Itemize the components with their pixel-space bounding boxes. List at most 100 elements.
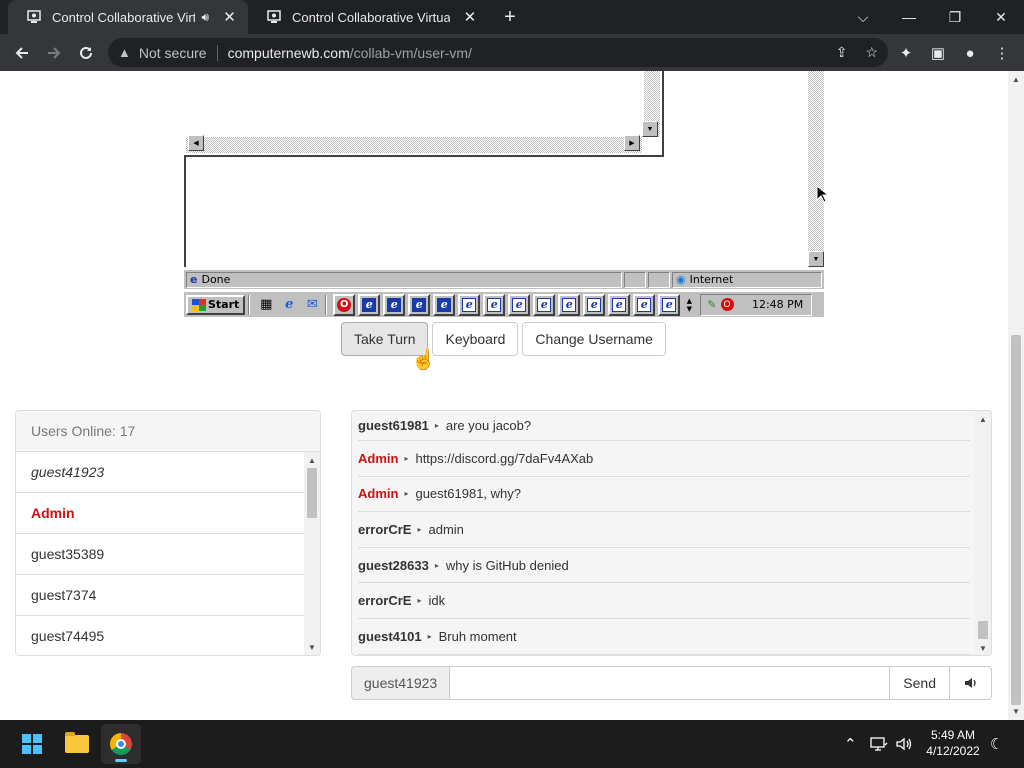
user-list-item[interactable]: guest74495: [16, 616, 304, 655]
send-button[interactable]: Send: [890, 666, 950, 700]
file-explorer-icon[interactable]: [57, 724, 97, 764]
taskbar-ie-window[interactable]: e: [458, 293, 481, 316]
system-clock[interactable]: 5:49 AM 4/12/2022: [918, 727, 988, 759]
taskbar-ie-window[interactable]: e: [608, 293, 631, 316]
chat-username[interactable]: Admin: [358, 486, 398, 501]
status-cell: e Done: [186, 271, 622, 288]
outlook-express-icon[interactable]: ✉: [302, 295, 322, 315]
taskbar-opera-button[interactable]: O: [333, 293, 356, 316]
taskbar-ie-window[interactable]: e: [358, 293, 381, 316]
chat-text[interactable]: https://discord.gg/7daFv4AXab: [415, 451, 593, 466]
chrome-taskbar-icon[interactable]: [101, 724, 141, 764]
notification-moon-icon[interactable]: ☾: [990, 720, 1003, 768]
volume-icon[interactable]: [950, 666, 992, 700]
scroll-left-arrow-icon[interactable]: ◀: [188, 135, 204, 151]
chat-username[interactable]: errorCrE: [358, 593, 411, 608]
ie-icon: e: [362, 297, 377, 312]
reload-icon[interactable]: [72, 39, 100, 67]
taskbar-ie-window[interactable]: e: [383, 293, 406, 316]
page-scroll-thumb[interactable]: [1011, 335, 1021, 705]
chat-username[interactable]: guest4101: [358, 629, 422, 644]
address-bar[interactable]: ▲ Not secure computernewb.com/collab-vm/…: [108, 38, 888, 67]
status-cell: [648, 271, 670, 288]
taskbar-ie-window[interactable]: e: [658, 293, 681, 316]
opera-tray-icon[interactable]: O: [720, 298, 734, 311]
taskbar-scroll-arrows-icon[interactable]: ▲ ▼: [682, 294, 696, 316]
chat-message-input[interactable]: [449, 666, 891, 700]
speaker-icon[interactable]: [895, 720, 913, 768]
taskbar-ie-window[interactable]: e: [433, 293, 456, 316]
show-desktop-icon[interactable]: ▦: [256, 295, 276, 315]
hand-cursor-icon: ☝: [411, 349, 436, 371]
chat-message: Admin ▸ https://discord.gg/7daFv4AXab: [358, 441, 970, 477]
windows-start-icon[interactable]: [12, 724, 52, 764]
scroll-up-arrow-icon[interactable]: ▲: [1012, 75, 1020, 84]
scroll-up-arrow-icon[interactable]: ▲: [979, 415, 987, 424]
forward-arrow-icon[interactable]: [40, 39, 68, 67]
scroll-right-arrow-icon[interactable]: ▶: [624, 135, 640, 151]
taskbar-ie-window[interactable]: e: [558, 293, 581, 316]
users-scrollbar[interactable]: ▲ ▼: [304, 452, 320, 655]
tab-active[interactable]: Control Collaborative Virtual Machines 🔊…: [8, 0, 248, 34]
menu-kebab-icon[interactable]: ⋮: [988, 39, 1016, 67]
tab-close-icon[interactable]: ✕: [462, 8, 478, 26]
chat-scrollbar[interactable]: ▲ ▼: [975, 411, 991, 655]
user-list-item[interactable]: guest35389: [16, 534, 304, 575]
back-arrow-icon[interactable]: [8, 39, 36, 67]
taskbar-ie-window[interactable]: e: [483, 293, 506, 316]
start-button[interactable]: Start: [186, 294, 246, 315]
scroll-down-arrow-icon[interactable]: ▼: [808, 251, 824, 267]
tab-title: Control Collaborative Virtual Machines: [292, 9, 450, 25]
share-icon[interactable]: ⇪: [836, 44, 848, 61]
user-list-item[interactable]: guest41923: [16, 452, 304, 493]
chat-scroll-thumb[interactable]: [978, 621, 988, 639]
tab-inactive[interactable]: Control Collaborative Virtual Machines ✕: [248, 0, 488, 34]
network-icon[interactable]: [870, 720, 888, 768]
scroll-down-arrow-icon[interactable]: ▼: [642, 121, 658, 137]
vm-display[interactable]: ▼ ◀ ▶ ▼ e Done ◉ Internet Start ▦ e ✉ O …: [184, 71, 824, 317]
taskbar-ie-window[interactable]: e: [633, 293, 656, 316]
tab-close-icon[interactable]: ✕: [221, 8, 238, 26]
user-list-item[interactable]: guest7374: [16, 575, 304, 616]
caret-right-icon: ▸: [434, 560, 439, 570]
profile-avatar-icon[interactable]: ●: [956, 39, 984, 67]
scroll-down-arrow-icon[interactable]: ▼: [308, 643, 316, 652]
vm-outer-vscroll[interactable]: [808, 71, 824, 267]
close-window-button[interactable]: ✕: [978, 0, 1024, 34]
change-username-button[interactable]: Change Username: [522, 322, 666, 356]
taskbar-ie-window[interactable]: e: [408, 293, 431, 316]
not-secure-warning-icon[interactable]: ▲: [118, 45, 131, 60]
side-panel-icon[interactable]: ▣: [924, 39, 952, 67]
extensions-puzzle-icon[interactable]: ✦: [892, 39, 920, 67]
network-tray-icon[interactable]: ✎: [707, 298, 716, 311]
chat-username[interactable]: errorCrE: [358, 522, 411, 537]
collabvm-favicon-icon: [266, 9, 282, 25]
tray-overflow-chevron-icon[interactable]: ⌃: [844, 720, 857, 768]
chat-username[interactable]: guest28633: [358, 558, 429, 573]
page-scrollbar[interactable]: ▲ ▼: [1008, 71, 1024, 720]
keyboard-button[interactable]: Keyboard: [432, 322, 519, 356]
taskbar-ie-window[interactable]: e: [583, 293, 606, 316]
users-scroll-thumb[interactable]: [307, 468, 317, 518]
caret-right-icon: ▸: [404, 489, 409, 499]
taskbar-ie-window[interactable]: e: [533, 293, 556, 316]
user-list-item[interactable]: Admin: [16, 493, 304, 534]
chat-username-addon[interactable]: guest41923: [351, 666, 450, 700]
restore-button[interactable]: ❐: [932, 0, 978, 34]
scroll-down-arrow-icon[interactable]: ▼: [979, 644, 987, 653]
chat-username[interactable]: Admin: [358, 451, 398, 466]
bookmark-star-icon[interactable]: ☆: [865, 44, 878, 61]
ie-icon: e: [487, 297, 502, 312]
taskbar-ie-window[interactable]: e: [508, 293, 531, 316]
tab-audio-icon[interactable]: 🔊︎: [201, 10, 209, 25]
chat-username[interactable]: guest61981: [358, 418, 429, 433]
zone-text: Internet: [689, 273, 734, 286]
new-tab-button[interactable]: +: [498, 4, 522, 30]
internet-explorer-icon[interactable]: e: [279, 295, 299, 315]
vm-inner-hscroll[interactable]: [186, 137, 642, 153]
tab-search-chevron-icon[interactable]: ⌵: [840, 0, 886, 34]
minimize-button[interactable]: —: [886, 0, 932, 34]
scroll-down-arrow-icon[interactable]: ▼: [1012, 707, 1020, 716]
collabvm-favicon-icon: [26, 9, 42, 25]
scroll-up-arrow-icon[interactable]: ▲: [308, 456, 316, 465]
